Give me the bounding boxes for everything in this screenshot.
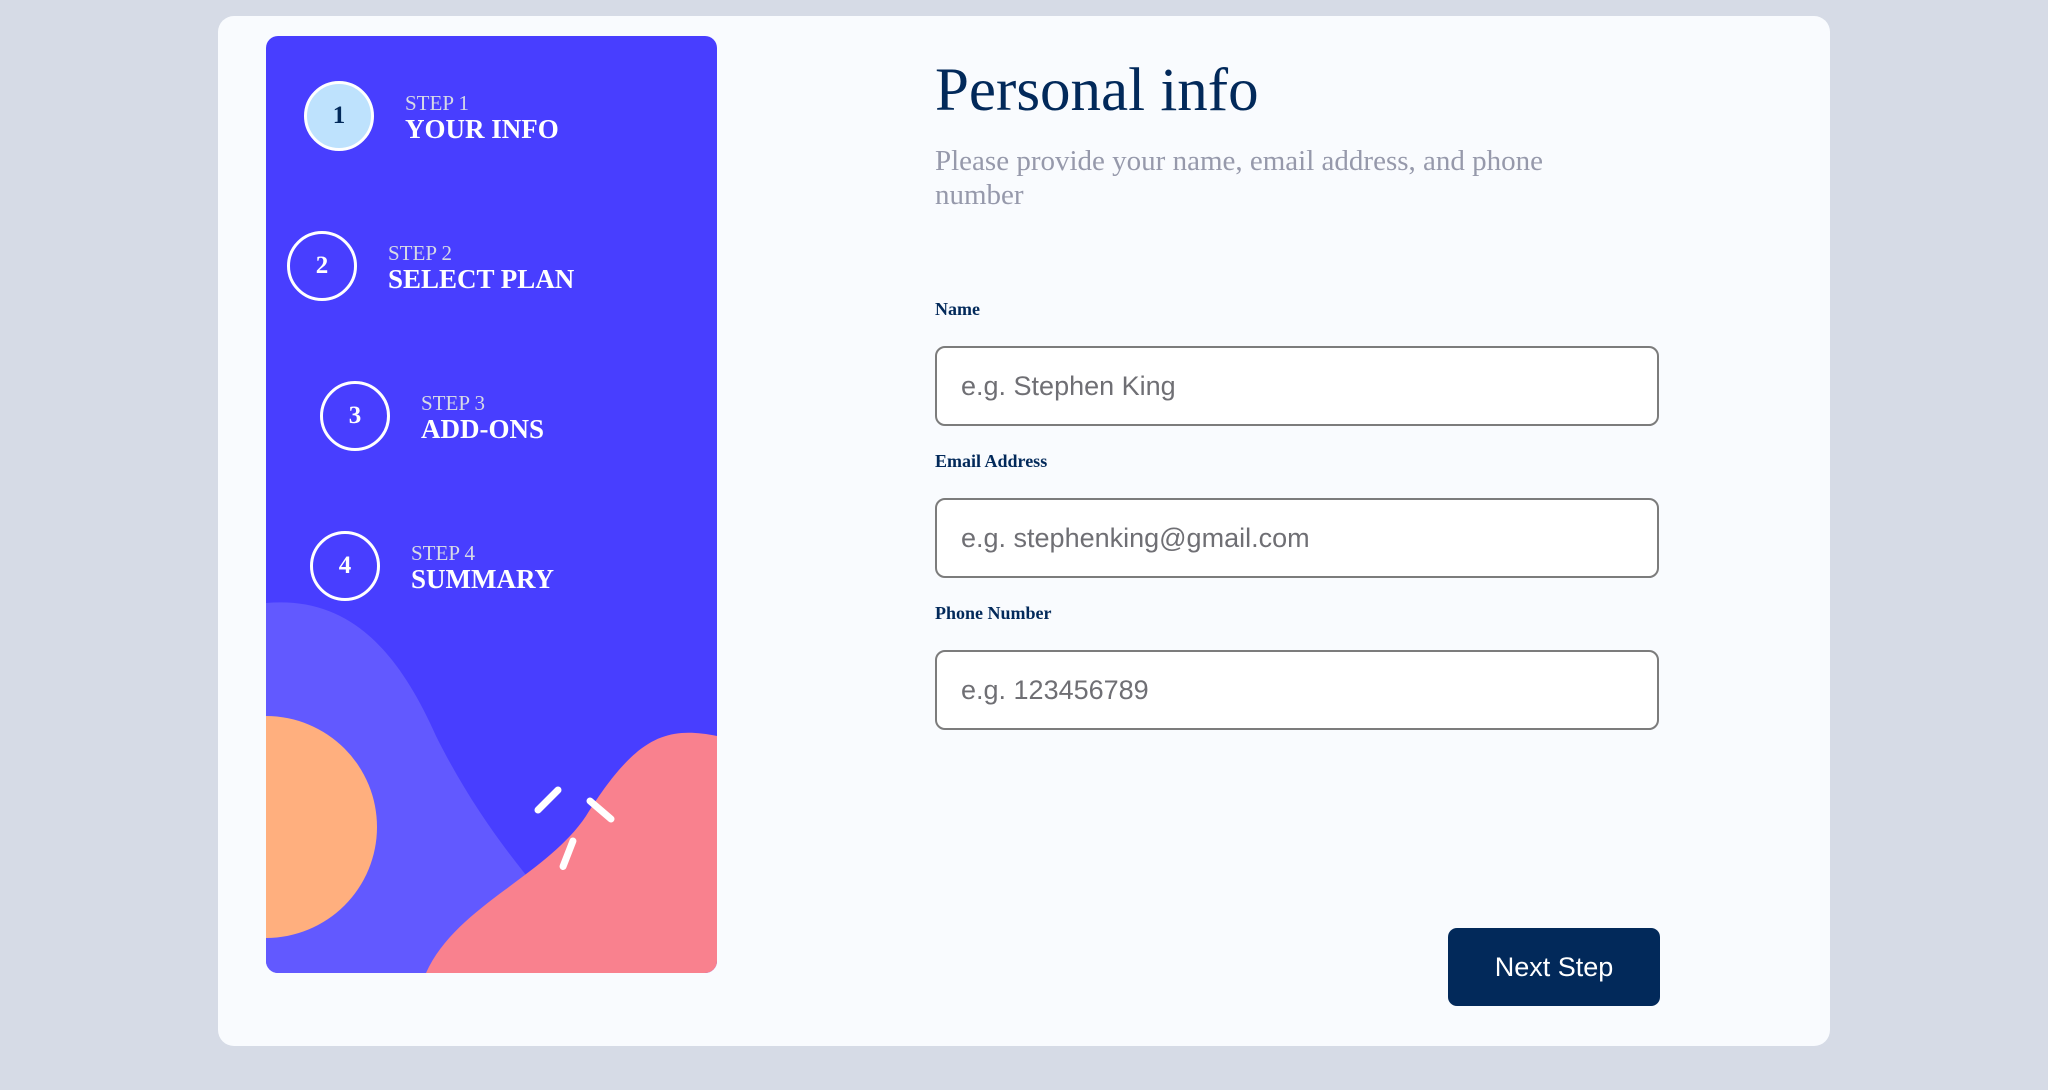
step-2-number: 2: [287, 231, 357, 301]
page-title: Personal info: [935, 57, 1259, 124]
sidebar: 1 STEP 1 YOUR INFO 2 STEP 2 SELECT PLAN …: [266, 36, 717, 973]
email-label: Email Address: [935, 451, 1048, 471]
form-card: 1 STEP 1 YOUR INFO 2 STEP 2 SELECT PLAN …: [218, 16, 1830, 1046]
phone-label: Phone Number: [935, 603, 1052, 623]
page-subtitle: Please provide your name, email address,…: [935, 145, 1544, 211]
step-1-number: 1: [304, 81, 374, 151]
phone-input[interactable]: [935, 650, 1659, 730]
step-3-title: ADD-ONS: [421, 414, 545, 444]
step-4-title: SUMMARY: [411, 564, 555, 594]
step-4-number: 4: [310, 531, 380, 601]
sidebar-decoration: [266, 602, 717, 973]
next-step-button[interactable]: Next Step: [1448, 928, 1660, 1006]
email-input[interactable]: [935, 498, 1659, 578]
step-2-title: SELECT PLAN: [388, 264, 575, 294]
step-3-number: 3: [320, 381, 390, 451]
main-content: Personal info Please provide your name, …: [935, 16, 1795, 1046]
name-label: Name: [935, 299, 980, 319]
step-1-label: STEP 1: [405, 91, 469, 115]
step-1-title: YOUR INFO: [405, 114, 559, 144]
step-3-label: STEP 3: [421, 391, 485, 415]
name-input[interactable]: [935, 346, 1659, 426]
step-4-label: STEP 4: [411, 541, 475, 565]
sparkle-dash: [534, 786, 562, 814]
step-2-label: STEP 2: [388, 241, 452, 265]
